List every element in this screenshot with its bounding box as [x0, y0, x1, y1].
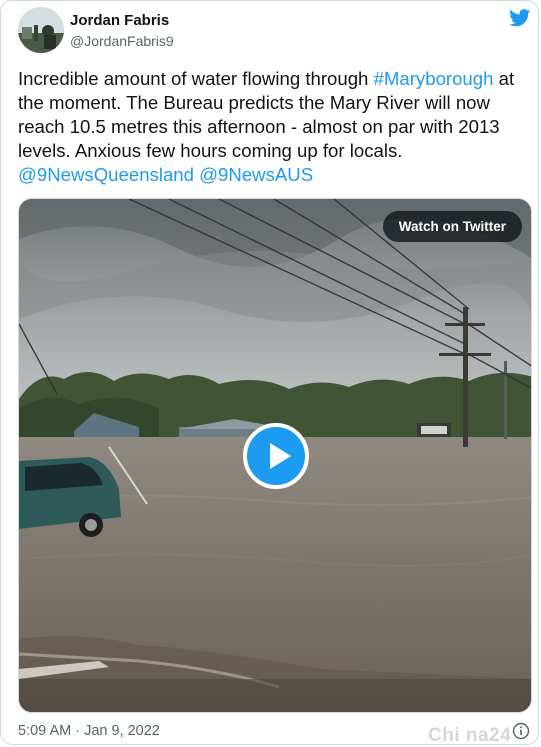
- author-handle[interactable]: @JordanFabris9: [70, 33, 174, 49]
- info-icon[interactable]: [512, 722, 530, 740]
- watch-on-twitter-button[interactable]: Watch on Twitter: [382, 211, 522, 242]
- avatar-photo: [18, 7, 64, 53]
- tweet-text: Incredible amount of water flowing throu…: [18, 67, 530, 187]
- avatar[interactable]: [18, 7, 64, 53]
- play-button[interactable]: [243, 423, 309, 489]
- tweet-text-part1: Incredible amount of water flowing throu…: [18, 68, 374, 89]
- tweet-card: Jordan Fabris @JordanFabris9 Incredible …: [0, 0, 539, 746]
- mention-link-9newsqueensland[interactable]: @9NewsQueensland: [18, 164, 194, 185]
- hashtag-link[interactable]: #Maryborough: [374, 68, 494, 89]
- watermark-text: Chi na24: [428, 725, 512, 746]
- tweet-timestamp[interactable]: 5:09 AM · Jan 9, 2022: [18, 723, 160, 739]
- author-name[interactable]: Jordan Fabris: [70, 12, 169, 29]
- video-thumbnail[interactable]: Watch on Twitter: [18, 198, 532, 713]
- twitter-bird-icon[interactable]: [509, 9, 531, 27]
- mention-link-9newsaus[interactable]: @9NewsAUS: [199, 164, 313, 185]
- play-icon: [270, 443, 291, 469]
